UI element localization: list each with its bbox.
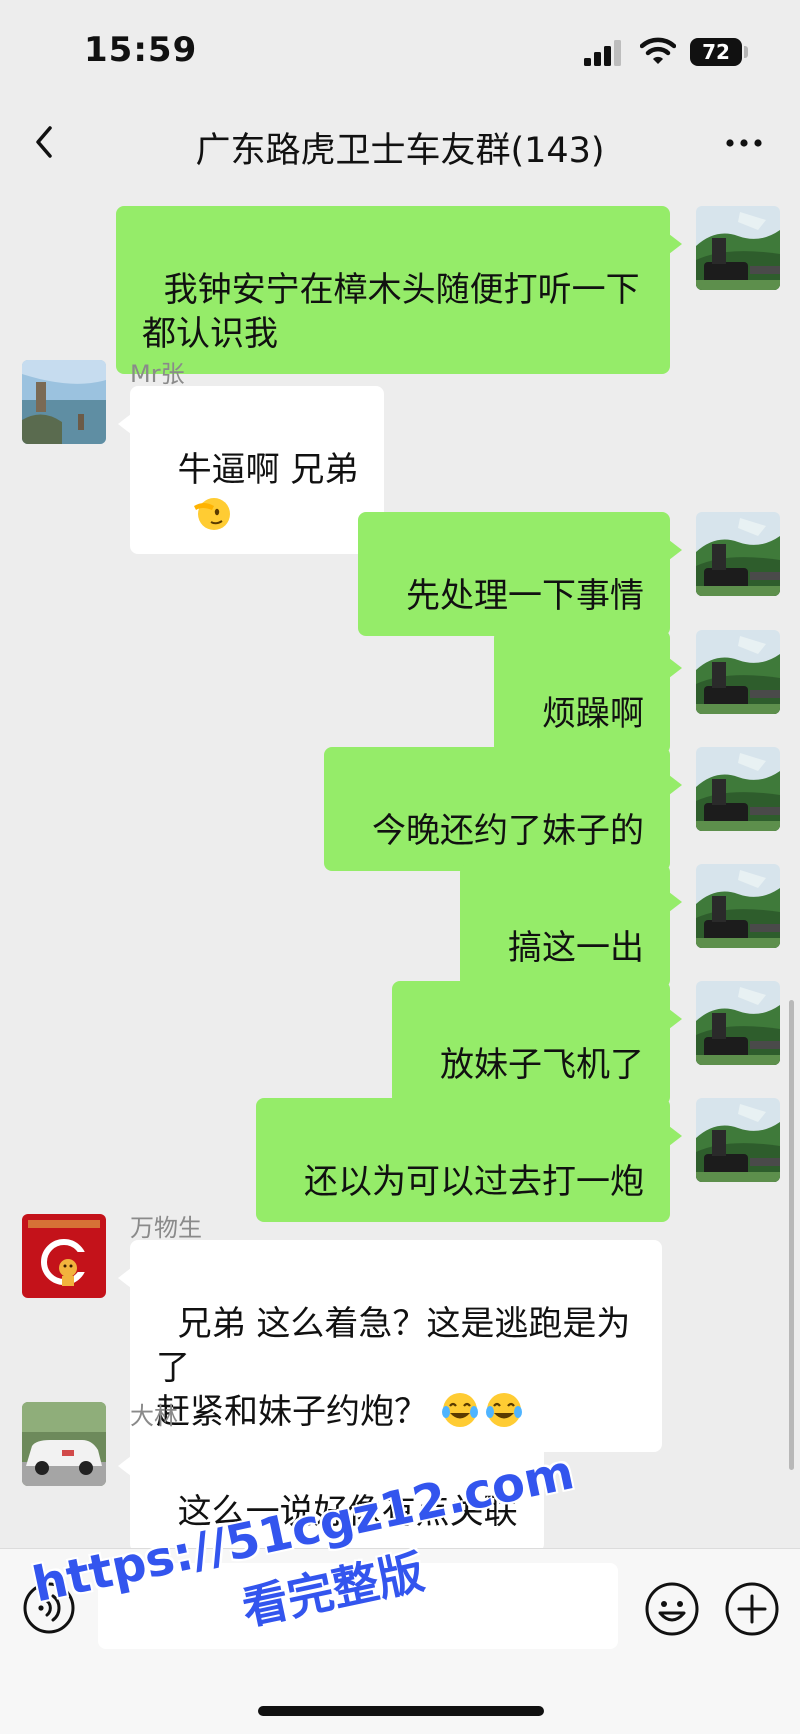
avatar-da-lin[interactable]	[22, 1402, 106, 1486]
status-bar: 15:59 72	[0, 0, 800, 100]
message-bubble-outgoing[interactable]: 我钟安宁在樟木头随便打听一下 都认识我	[116, 206, 682, 374]
self-avatar[interactable]	[696, 747, 780, 831]
message-text: 兄弟 这么着急？这是逃跑是为了 赶紧和妹子约炮？	[156, 1304, 631, 1432]
message-bubble-incoming[interactable]: 兄弟 这么着急？这是逃跑是为了 赶紧和妹子约炮？	[118, 1240, 662, 1452]
scrollbar-thumb[interactable]	[789, 1000, 794, 1470]
plus-icon[interactable]	[724, 1581, 780, 1637]
avatar-wan-wu-sheng[interactable]	[22, 1214, 106, 1298]
message-text: 放妹子飞机了	[440, 1045, 644, 1085]
message-bubble-outgoing[interactable]: 今晚还约了妹子的	[324, 747, 682, 871]
more-options-icon[interactable]	[724, 130, 764, 156]
message-text: 牛逼啊 兄弟	[177, 450, 359, 490]
message-bubble-outgoing[interactable]: 搞这一出	[460, 864, 682, 988]
avatar-mr-zhang[interactable]	[22, 360, 106, 444]
message-text: 搞这一出	[508, 928, 644, 968]
saluting-face-emoji-icon	[193, 498, 230, 530]
chat-title: 广东路虎卫士车友群(143)	[195, 131, 605, 171]
sender-name: 万物生	[130, 1214, 202, 1242]
message-text: 还以为可以过去打一炮	[304, 1162, 644, 1202]
message-text: 今晚还约了妹子的	[372, 811, 644, 851]
message-text: 烦躁啊	[542, 694, 644, 734]
message-bubble-outgoing[interactable]: 还以为可以过去打一炮	[256, 1098, 682, 1222]
signal-icon	[584, 40, 621, 66]
tears-of-joy-emoji-icon	[442, 1393, 478, 1427]
emoji-picker-icon[interactable]	[644, 1581, 700, 1637]
battery-tip	[744, 46, 748, 58]
self-avatar[interactable]	[696, 630, 780, 714]
nav-bar: 广东路虎卫士车友群(143)	[0, 100, 800, 188]
message-bubble-outgoing[interactable]: 先处理一下事情	[358, 512, 682, 636]
self-avatar[interactable]	[696, 206, 780, 290]
self-avatar[interactable]	[696, 1098, 780, 1182]
battery-indicator: 72	[690, 38, 742, 66]
home-indicator	[258, 1706, 544, 1716]
tears-of-joy-emoji-icon	[486, 1393, 522, 1427]
self-avatar[interactable]	[696, 864, 780, 948]
message-bubble-outgoing[interactable]: 烦躁啊	[494, 630, 682, 754]
message-text: 我钟安宁在樟木头随便打听一下 都认识我	[142, 270, 640, 354]
status-time: 15:59	[84, 30, 198, 70]
self-avatar[interactable]	[696, 512, 780, 596]
sender-name: 大林	[130, 1402, 178, 1430]
self-avatar[interactable]	[696, 981, 780, 1065]
message-bubble-incoming[interactable]: 牛逼啊 兄弟	[117, 386, 385, 554]
wifi-icon	[640, 37, 676, 64]
message-text: 先处理一下事情	[406, 576, 644, 616]
sender-name: Mr张	[130, 360, 185, 388]
message-bubble-outgoing[interactable]: 放妹子飞机了	[392, 981, 682, 1105]
